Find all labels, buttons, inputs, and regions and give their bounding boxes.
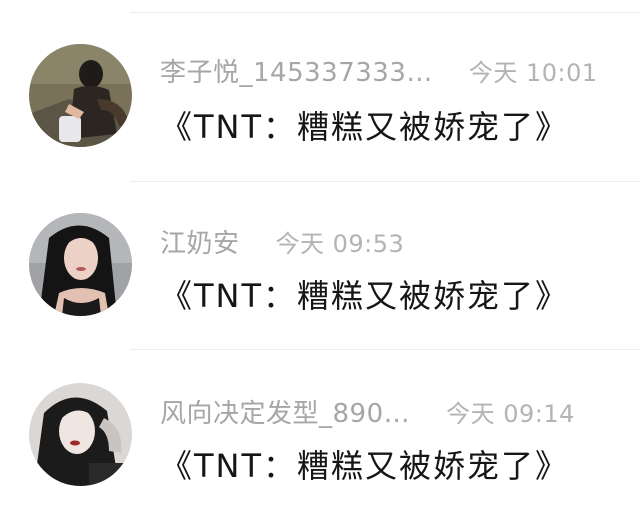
timestamp: 今天 10:01 <box>468 58 598 87</box>
avatar[interactable] <box>29 44 132 147</box>
message-text: 《TNT：糟糕又被娇宠了》 <box>160 108 570 146</box>
avatar-photo-icon <box>29 383 132 486</box>
timestamp: 今天 09:53 <box>275 229 405 258</box>
comment-feed: 李子悦_145337333… 今天 10:01 《TNT：糟糕又被娇宠了》 江奶… <box>0 0 640 519</box>
timestamp: 今天 09:14 <box>446 399 575 428</box>
message-text: 《TNT：糟糕又被娇宠了》 <box>160 277 570 315</box>
avatar[interactable] <box>29 213 132 316</box>
author-name[interactable]: 风向决定发型_890… <box>160 393 410 430</box>
list-item[interactable]: 李子悦_145337333… 今天 10:01 《TNT：糟糕又被娇宠了》 <box>0 12 640 162</box>
message-meta: 李子悦_145337333… 今天 10:01 <box>160 50 598 90</box>
message-meta: 风向决定发型_890… 今天 09:14 <box>160 391 575 431</box>
list-item[interactable]: 江奶安 今天 09:53 《TNT：糟糕又被娇宠了》 <box>0 181 640 331</box>
avatar-photo-icon <box>29 44 132 147</box>
avatar[interactable] <box>29 383 132 486</box>
author-name[interactable]: 江奶安 <box>160 223 240 260</box>
author-name[interactable]: 李子悦_145337333… <box>160 52 433 89</box>
message-meta: 江奶安 今天 09:53 <box>160 221 404 261</box>
list-item[interactable]: 风向决定发型_890… 今天 09:14 《TNT：糟糕又被娇宠了》 <box>0 349 640 499</box>
message-text: 《TNT：糟糕又被娇宠了》 <box>160 447 570 485</box>
avatar-photo-icon <box>29 213 132 316</box>
